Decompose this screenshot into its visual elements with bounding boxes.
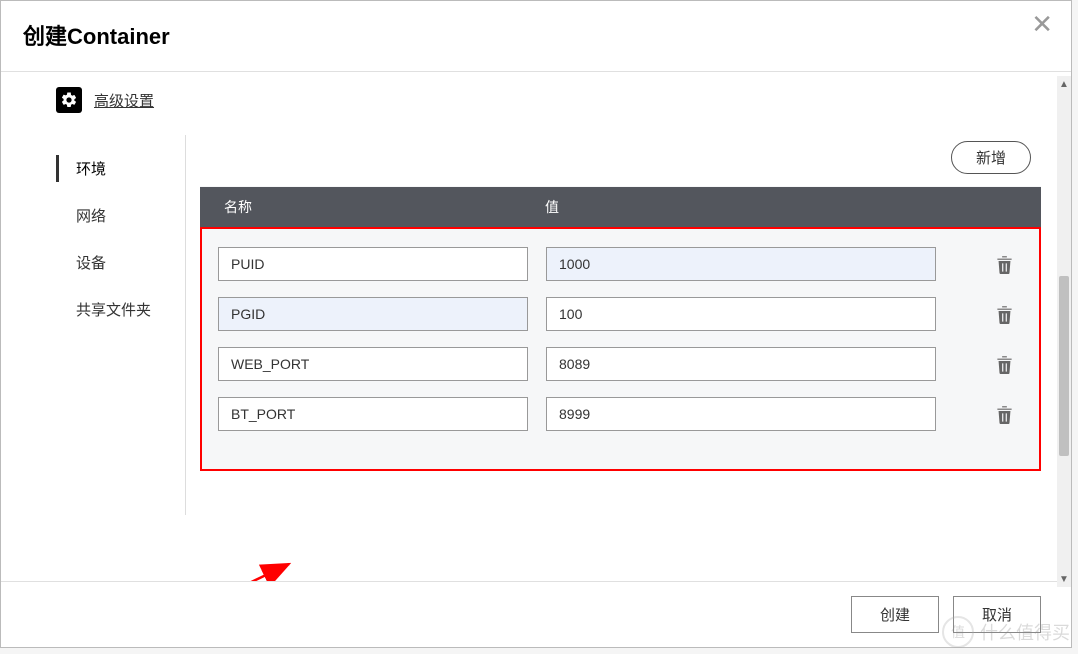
env-row xyxy=(210,289,1031,339)
modal-title: 创建Container xyxy=(23,19,170,51)
sidebar-item-network[interactable]: 网络 xyxy=(56,192,185,239)
annotation-arrow xyxy=(51,550,311,581)
highlighted-area xyxy=(200,227,1041,471)
modal-footer: 创建 取消 xyxy=(1,581,1071,647)
env-row xyxy=(210,339,1031,389)
env-value-input[interactable] xyxy=(546,397,936,431)
modal-header: 创建Container ✕ xyxy=(1,1,1071,72)
env-table: 名称 值 xyxy=(200,186,1041,471)
scrollbar-up-icon[interactable]: ▲ xyxy=(1057,76,1071,92)
env-name-input[interactable] xyxy=(218,297,528,331)
sidebar-item-env[interactable]: 环境 xyxy=(56,145,185,192)
modal-body: 高级设置 环境 网络 设备 共享文件夹 新增 名称 值 xyxy=(1,72,1071,581)
col-header-value: 值 xyxy=(535,197,991,217)
table-header: 名称 值 xyxy=(200,187,1041,227)
gear-icon xyxy=(56,87,82,113)
sidebar-item-device[interactable]: 设备 xyxy=(56,239,185,286)
advanced-settings-header: 高级设置 xyxy=(56,87,1041,113)
add-button[interactable]: 新增 xyxy=(951,141,1031,174)
modal-dialog: 创建Container ✕ 高级设置 环境 网络 设备 共享文件夹 新增 xyxy=(0,0,1072,648)
trash-icon[interactable] xyxy=(989,305,1019,324)
trash-icon[interactable] xyxy=(989,255,1019,274)
env-row xyxy=(210,239,1031,289)
env-row xyxy=(210,389,1031,439)
advanced-settings-link[interactable]: 高级设置 xyxy=(94,90,154,111)
scrollbar[interactable]: ▲ ▼ xyxy=(1057,76,1071,587)
env-name-input[interactable] xyxy=(218,247,528,281)
scrollbar-down-icon[interactable]: ▼ xyxy=(1057,571,1071,587)
content-row: 环境 网络 设备 共享文件夹 新增 名称 值 xyxy=(56,135,1041,515)
trash-icon[interactable] xyxy=(989,405,1019,424)
trash-icon[interactable] xyxy=(989,355,1019,374)
sidebar-item-shared-folder[interactable]: 共享文件夹 xyxy=(56,286,185,333)
env-name-input[interactable] xyxy=(218,397,528,431)
cancel-button[interactable]: 取消 xyxy=(953,596,1041,633)
close-icon[interactable]: ✕ xyxy=(1031,11,1053,37)
env-value-input[interactable] xyxy=(546,247,936,281)
col-header-name: 名称 xyxy=(200,197,535,217)
main-panel: 新增 名称 值 xyxy=(186,135,1041,471)
env-name-input[interactable] xyxy=(218,347,528,381)
env-value-input[interactable] xyxy=(546,297,936,331)
env-value-input[interactable] xyxy=(546,347,936,381)
settings-sidebar: 环境 网络 设备 共享文件夹 xyxy=(56,135,186,515)
scrollbar-thumb[interactable] xyxy=(1059,276,1069,456)
panel-toolbar: 新增 xyxy=(200,135,1041,186)
create-button[interactable]: 创建 xyxy=(851,596,939,633)
